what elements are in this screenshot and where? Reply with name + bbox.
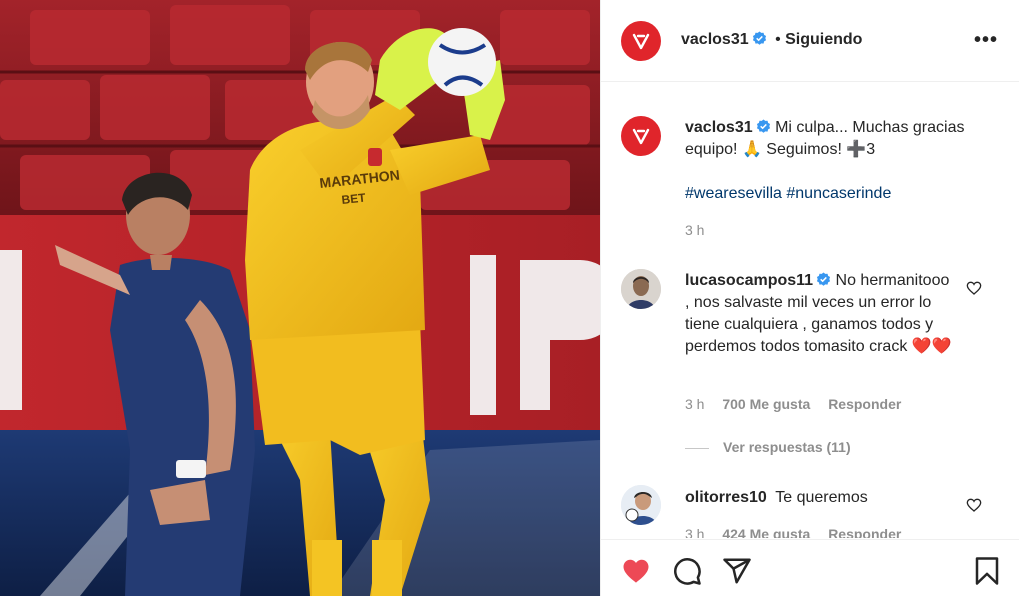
view-replies-button[interactable]: Ver respuestas (11) — [685, 439, 851, 455]
comment-like-icon[interactable] — [966, 497, 982, 513]
caption-hashtags[interactable]: #wearesevilla #nuncaserinde — [685, 183, 995, 205]
caption-author-avatar[interactable] — [621, 116, 661, 156]
comment-text: Te queremos — [775, 489, 868, 506]
separator-dot: • — [775, 31, 781, 48]
reply-button[interactable]: Responder — [828, 396, 901, 412]
comment-meta: 3 h 700 Me gusta Responder — [685, 396, 901, 412]
comment-meta: 3 h 424 Me gusta Responder — [685, 526, 901, 538]
paper-plane-icon[interactable] — [722, 556, 752, 586]
action-bar — [601, 539, 1019, 596]
verified-badge-icon — [752, 31, 766, 45]
post-time: 3 h — [685, 222, 705, 238]
following-button[interactable]: Siguiendo — [785, 31, 862, 48]
more-options-icon[interactable]: ••• — [974, 30, 998, 50]
comment-avatar[interactable] — [621, 269, 661, 309]
author-username[interactable]: vaclos31 — [681, 31, 749, 48]
replies-divider-line — [685, 447, 709, 449]
post-photo[interactable]: MARATHON BET — [0, 0, 600, 596]
comment-time: 3 h — [685, 396, 705, 412]
comment-username[interactable]: olitorres10 — [685, 489, 767, 506]
shirt-sponsor-text-2: BET — [341, 190, 367, 207]
verified-badge-icon — [817, 272, 831, 286]
brand-logo-icon — [632, 128, 650, 145]
caption-text-block: vaclos31 Mi culpa... Muchas gracias equi… — [685, 117, 995, 161]
brand-logo-icon — [632, 33, 650, 50]
post-photo-illustration: MARATHON BET — [0, 0, 600, 596]
comment-username[interactable]: lucasocampos11 — [685, 272, 813, 289]
user-photo-icon — [621, 269, 661, 309]
view-replies-label: Ver respuestas (11) — [723, 439, 851, 455]
comment-text-block: olitorres10 Te queremos — [685, 487, 955, 509]
user-photo-icon — [621, 485, 661, 525]
comment-icon[interactable] — [672, 556, 702, 586]
caption-username[interactable]: vaclos31 — [685, 119, 753, 136]
post-header: vaclos31 • Siguiendo ••• — [601, 0, 1019, 82]
comment-like-icon[interactable] — [966, 280, 982, 296]
comment-avatar[interactable] — [621, 485, 661, 525]
header-user-line: vaclos31 • Siguiendo — [681, 31, 862, 49]
reply-button[interactable]: Responder — [828, 526, 901, 538]
verified-badge-icon — [756, 119, 770, 133]
comments-scroll-area[interactable]: vaclos31 Mi culpa... Muchas gracias equi… — [601, 83, 1019, 538]
post-details-panel: vaclos31 • Siguiendo ••• vaclos31 Mi cul… — [600, 0, 1019, 596]
comment-likes[interactable]: 700 Me gusta — [722, 396, 810, 412]
comment-text-block: lucasocampos11 No hermanitooo , nos salv… — [685, 270, 955, 358]
heart-filled-icon[interactable] — [621, 556, 651, 586]
comment-time: 3 h — [685, 526, 705, 538]
bookmark-icon[interactable] — [972, 556, 1002, 586]
author-avatar[interactable] — [621, 21, 661, 61]
comment-likes[interactable]: 424 Me gusta — [722, 526, 810, 538]
